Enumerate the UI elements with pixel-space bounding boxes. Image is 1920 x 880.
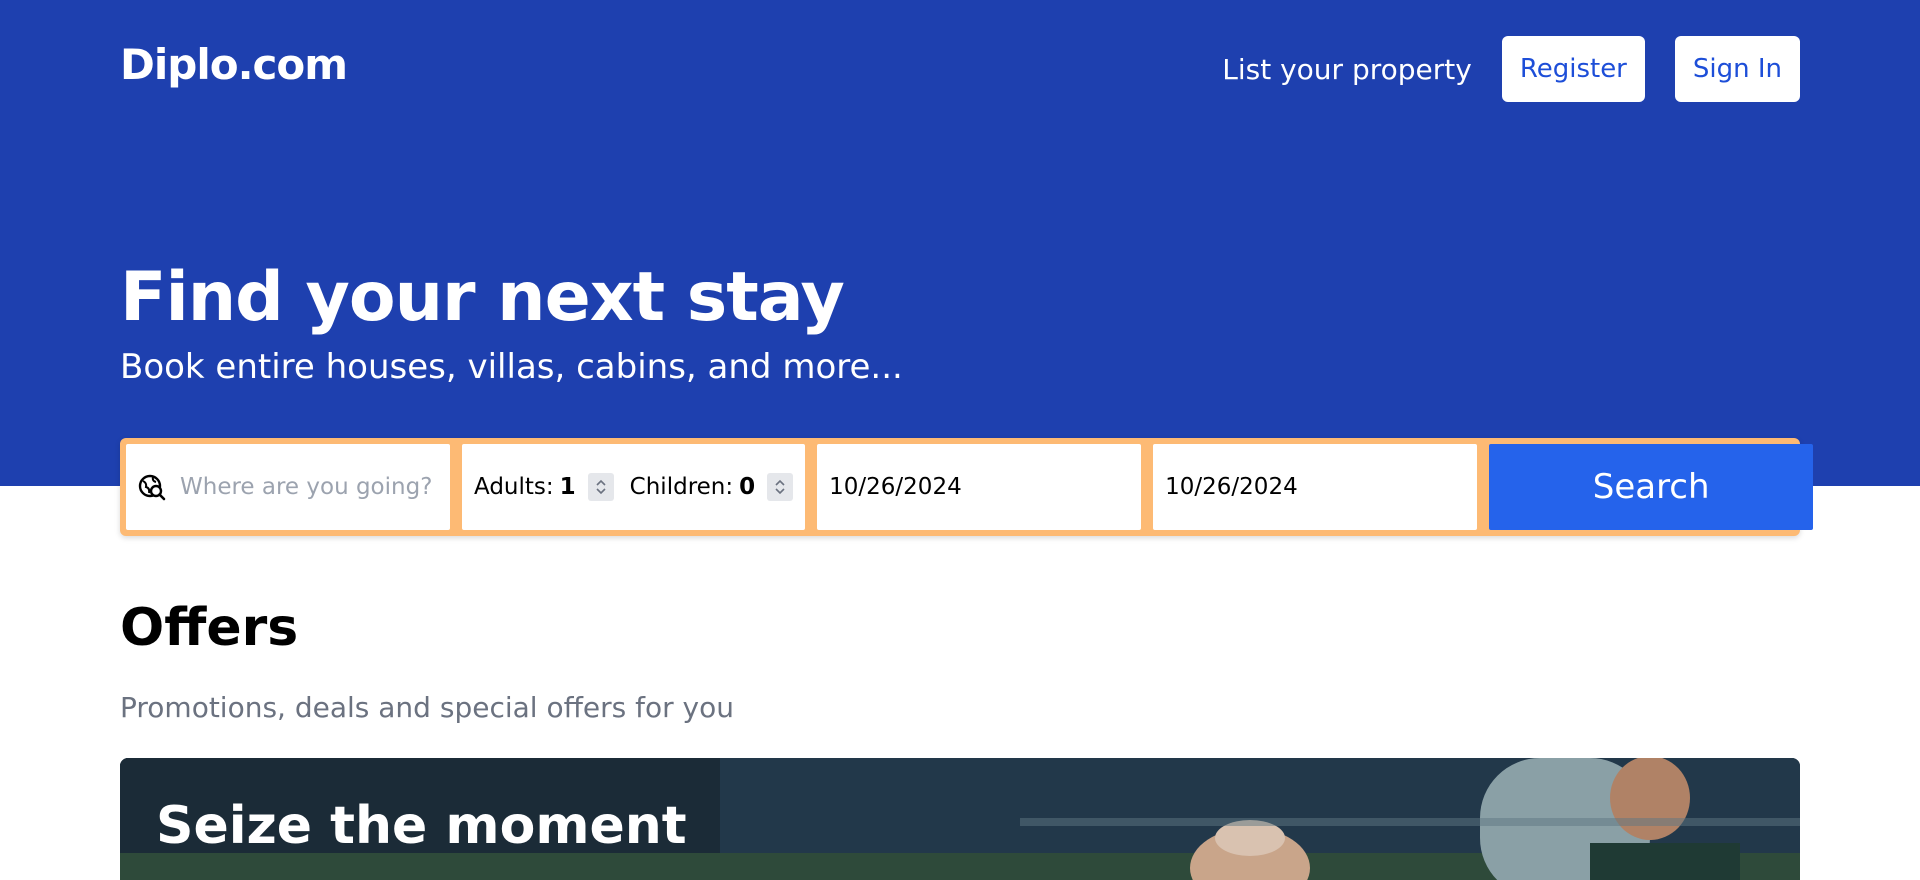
- chevron-up-down-icon: [596, 479, 606, 495]
- offers-subtitle: Promotions, deals and special offers for…: [120, 691, 734, 724]
- check-out-value: 10/26/2024: [1165, 474, 1298, 500]
- chevron-up-down-icon: [775, 479, 785, 495]
- adults-stepper[interactable]: [587, 473, 614, 501]
- check-in-value: 10/26/2024: [829, 474, 962, 500]
- hero-section: Diplo.com List your property Register Si…: [0, 0, 1920, 486]
- search-bar: Where are you going? Adults: 1 Children:…: [120, 438, 1814, 536]
- sign-in-button[interactable]: Sign In: [1674, 36, 1800, 102]
- offer-banner[interactable]: Seize the moment: [120, 758, 1800, 880]
- children-label: Children:: [629, 474, 734, 500]
- children-stepper[interactable]: [767, 473, 794, 501]
- hero-title: Find your next stay: [120, 258, 845, 337]
- banner-title: Seize the moment: [156, 796, 687, 856]
- destination-input[interactable]: Where are you going?: [126, 444, 450, 530]
- register-button[interactable]: Register: [1501, 36, 1645, 102]
- check-out-date-field[interactable]: 10/26/2024: [1153, 444, 1478, 530]
- list-property-link[interactable]: List your property: [1222, 53, 1472, 86]
- offers-title: Offers: [120, 598, 299, 658]
- adults-label: Adults:: [474, 474, 554, 500]
- destination-placeholder: Where are you going?: [180, 474, 433, 500]
- guests-field: Adults: 1 Children: 0: [462, 444, 806, 530]
- search-button[interactable]: Search: [1489, 444, 1814, 530]
- top-nav: List your property Register Sign In: [1222, 36, 1800, 102]
- globe-search-icon: [138, 474, 166, 501]
- check-in-date-field[interactable]: 10/26/2024: [817, 444, 1142, 530]
- site-logo[interactable]: Diplo.com: [120, 40, 348, 89]
- children-value[interactable]: 0: [739, 474, 755, 500]
- adults-value[interactable]: 1: [560, 474, 576, 500]
- hero-subtitle: Book entire houses, villas, cabins, and …: [120, 347, 903, 387]
